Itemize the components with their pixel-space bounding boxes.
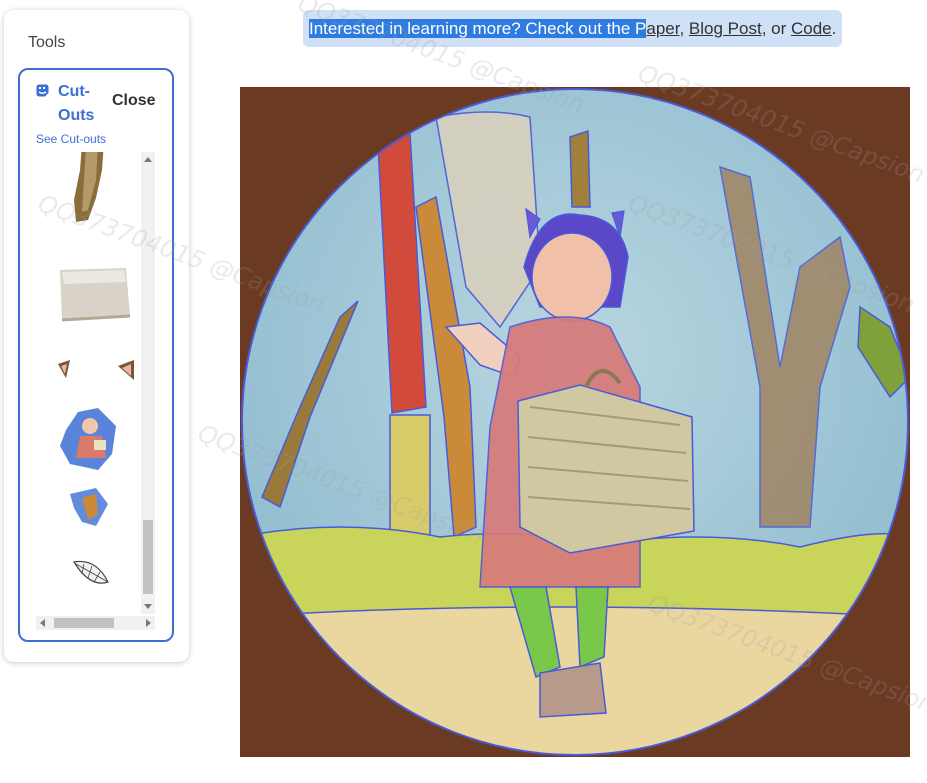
info-banner: Interested in learning more? Check out t… — [303, 10, 843, 47]
vertical-scrollbar[interactable] — [141, 152, 155, 614]
cutout-ears[interactable] — [36, 346, 154, 396]
close-button[interactable]: Close — [112, 92, 156, 110]
cutouts-heading: Cut-Outs — [58, 83, 95, 124]
banner-suffix: . — [831, 19, 837, 38]
child-face — [531, 232, 613, 322]
child-shoe — [539, 662, 607, 718]
scroll-down-icon[interactable] — [144, 604, 152, 609]
horizontal-scrollbar[interactable] — [36, 616, 155, 630]
cutout-feather[interactable] — [36, 548, 154, 598]
cutout-leaf[interactable] — [36, 482, 154, 532]
cutout-list[interactable] — [36, 152, 156, 614]
horizontal-scrollbar-thumb[interactable] — [54, 618, 114, 628]
blog-post-link[interactable]: Blog Post — [689, 19, 762, 38]
segmentation-canvas[interactable] — [240, 87, 910, 757]
tools-panel: Tools Cut-Outs Close See Cut-outs — [4, 10, 189, 662]
cutout-child[interactable] — [36, 406, 154, 472]
cutout-stick[interactable] — [36, 152, 154, 230]
sticker-icon — [36, 84, 49, 97]
selected-text: Interested in learning more? Check out t… — [309, 19, 647, 38]
scroll-left-icon[interactable] — [40, 619, 45, 627]
scroll-up-icon[interactable] — [144, 157, 152, 162]
scroll-right-icon[interactable] — [146, 619, 151, 627]
see-cutouts-link[interactable]: See Cut-outs — [36, 132, 106, 146]
scrollbar-thumb[interactable] — [143, 520, 153, 594]
paper-link[interactable]: aper — [646, 19, 679, 38]
cutouts-panel: Cut-Outs Close See Cut-outs — [18, 68, 174, 642]
separator-1: , — [679, 19, 689, 38]
code-link[interactable]: Code — [791, 19, 832, 38]
stick-top — [569, 129, 591, 208]
tools-title: Tools — [28, 34, 66, 51]
cutout-box[interactable] — [36, 258, 154, 330]
separator-2: , or — [761, 19, 791, 38]
